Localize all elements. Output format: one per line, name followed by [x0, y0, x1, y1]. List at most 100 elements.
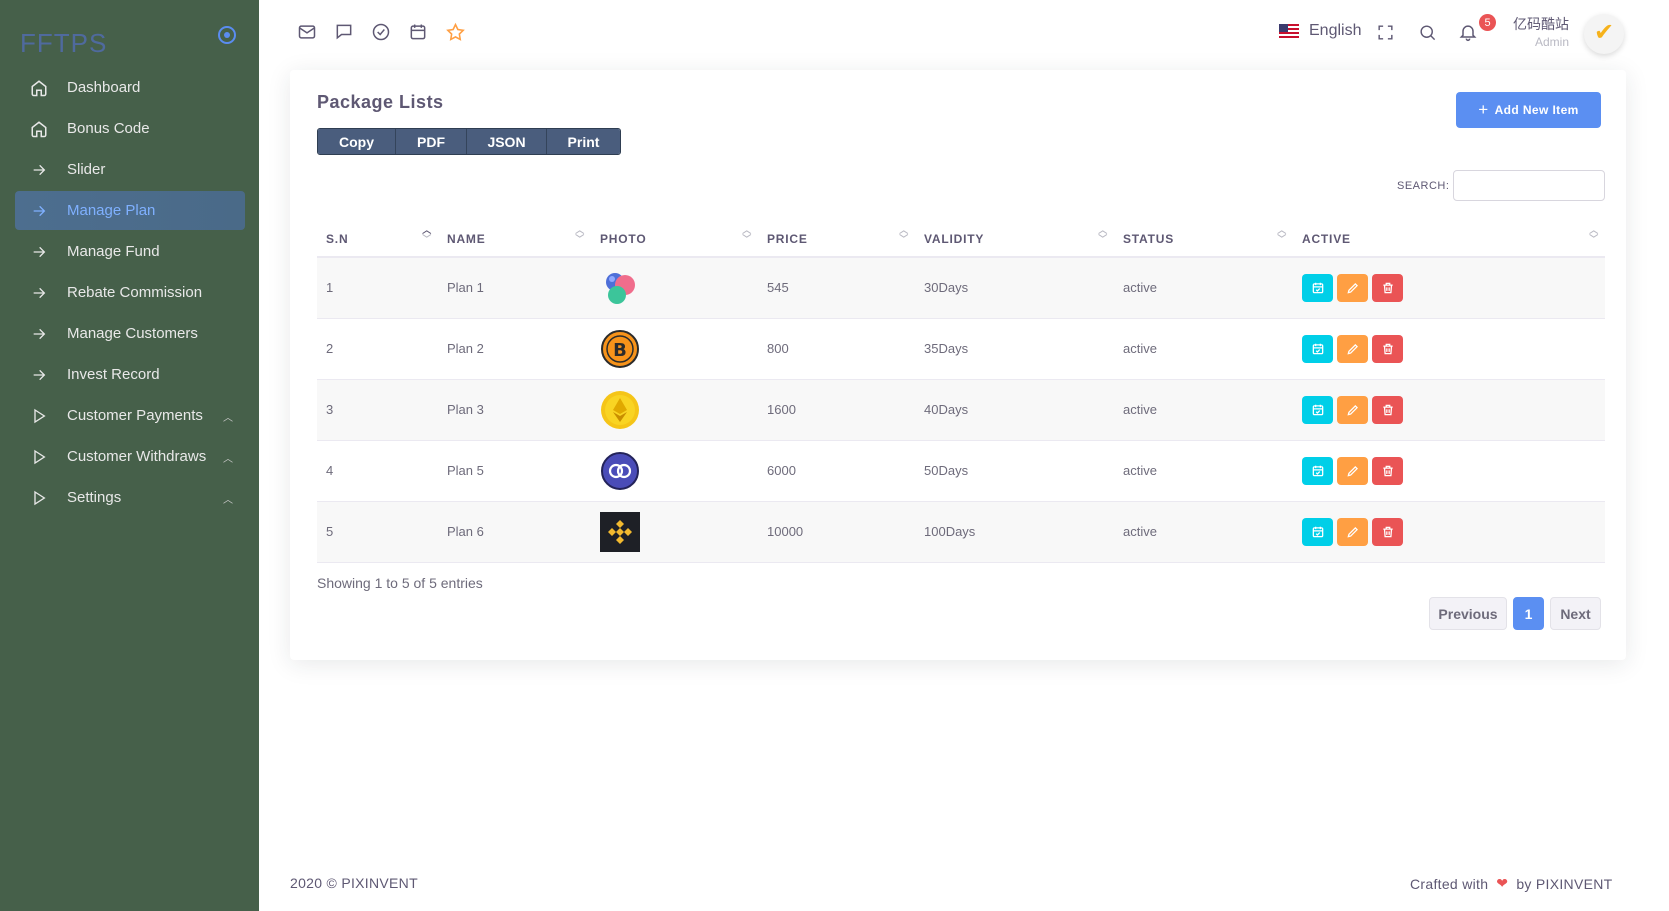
copy-button[interactable]: Copy [318, 129, 396, 154]
sidebar-toggle-icon[interactable] [218, 26, 236, 44]
column-header-photo[interactable]: PHOTO ︿ ﹀ [591, 221, 758, 258]
polygon-icon [600, 451, 640, 491]
cell-name: Plan 6 [438, 501, 591, 563]
brand-logo[interactable]: FFTPS [20, 28, 107, 59]
gems-icon [600, 268, 640, 308]
sidebar-nav: Dashboard Bonus Code Slider Manage Plan … [15, 68, 245, 519]
search-label: SEARCH: [1397, 180, 1450, 192]
user-name[interactable]: 亿码酷站 [1497, 14, 1569, 34]
edit-button[interactable] [1337, 517, 1368, 546]
fullscreen-icon[interactable] [1374, 21, 1396, 43]
sidebar-item-manage-customers[interactable]: Manage Customers [15, 314, 245, 353]
view-button[interactable] [1302, 456, 1333, 485]
bell-icon[interactable] [1457, 21, 1479, 43]
edit-button[interactable] [1337, 456, 1368, 485]
row-actions [1302, 273, 1605, 302]
previous-page-button[interactable]: Previous [1429, 597, 1507, 630]
view-button[interactable] [1302, 334, 1333, 363]
column-header-active[interactable]: ACTIVE ︿ ﹀ [1293, 221, 1605, 258]
star-icon[interactable] [444, 21, 466, 43]
sidebar-item-label: Rebate Commission [67, 284, 203, 301]
next-page-button[interactable]: Next [1550, 597, 1601, 630]
arrow-right-icon [29, 365, 49, 385]
home-icon [29, 78, 49, 98]
page-1-button[interactable]: 1 [1513, 597, 1544, 630]
print-button[interactable]: Print [547, 129, 620, 154]
delete-button[interactable] [1372, 456, 1403, 485]
cell-name: Plan 3 [438, 379, 591, 441]
language-label: English [1309, 22, 1362, 39]
delete-button[interactable] [1372, 395, 1403, 424]
sidebar-item-customer-payments[interactable]: Customer Payments ︿ [15, 396, 245, 435]
cell-validity: 100Days [915, 501, 1114, 563]
row-actions [1302, 334, 1605, 363]
cell-price: 10000 [758, 501, 915, 563]
chat-icon[interactable] [333, 21, 355, 43]
add-new-item-label: Add New Item [1494, 103, 1579, 117]
cell-status: active [1114, 257, 1293, 319]
top-navbar: English 5 亿码酷站 Admin [259, 0, 1669, 66]
column-header-sn[interactable]: S.N ︿ ﹀ [317, 221, 438, 258]
sidebar-item-dashboard[interactable]: Dashboard [15, 68, 245, 107]
sort-icon: ︿ ﹀ [422, 225, 432, 244]
table-row: 4 Plan 5 6000 50Days active [317, 440, 1605, 502]
column-header-name[interactable]: NAME ︿ ﹀ [438, 221, 591, 258]
plus-icon: + [1478, 100, 1489, 119]
sidebar-item-label: Bonus Code [67, 120, 150, 137]
row-actions [1302, 517, 1605, 546]
delete-button[interactable] [1372, 273, 1403, 302]
sort-icon: ︿ ﹀ [575, 225, 585, 244]
cell-price: 6000 [758, 440, 915, 502]
sidebar-item-label: Customer Payments [67, 407, 203, 424]
delete-button[interactable] [1372, 517, 1403, 546]
table-row: 5 Plan 6 10000 100Days active [317, 501, 1605, 563]
chevron-up-icon: ︿ [223, 495, 233, 506]
view-button[interactable] [1302, 395, 1333, 424]
page-title: Package Lists [317, 92, 444, 112]
sort-icon: ︿ ﹀ [1098, 225, 1108, 244]
package-list-card: Package Lists + Add New Item Copy PDF JS… [290, 70, 1626, 660]
view-button[interactable] [1302, 273, 1333, 302]
edit-button[interactable] [1337, 334, 1368, 363]
column-header-price[interactable]: PRICE ︿ ﹀ [758, 221, 915, 258]
check-circle-icon[interactable] [370, 21, 392, 43]
pdf-button[interactable]: PDF [396, 129, 467, 154]
sidebar-item-customer-withdraws[interactable]: Customer Withdraws ︿ [15, 437, 245, 476]
sidebar-item-settings[interactable]: Settings ︿ [15, 478, 245, 517]
column-header-validity[interactable]: VALIDITY ︿ ﹀ [915, 221, 1114, 258]
sort-icon: ︿ ﹀ [899, 225, 909, 244]
edit-button[interactable] [1337, 273, 1368, 302]
sidebar-item-manage-fund[interactable]: Manage Fund [15, 232, 245, 271]
arrow-right-icon [29, 242, 49, 262]
sidebar-item-manage-plan[interactable]: Manage Plan [15, 191, 245, 230]
column-header-status[interactable]: STATUS ︿ ﹀ [1114, 221, 1293, 258]
play-icon [29, 447, 49, 467]
sidebar-item-label: Dashboard [67, 79, 141, 96]
cell-status: active [1114, 379, 1293, 441]
sidebar-item-label: Settings [67, 489, 122, 506]
table-row: 1 Plan 1 545 30Days active [317, 257, 1605, 319]
package-table: S.N ︿ ﹀ NAME ︿ ﹀ PHOTO ︿ ﹀ PRICE ︿ ﹀ VALIDITY ︿ ﹀ … [317, 221, 1605, 563]
sidebar-item-label: Manage Plan [67, 202, 156, 219]
language-selector[interactable]: English [1279, 22, 1361, 40]
cell-name: Plan 2 [438, 318, 591, 380]
sidebar-item-slider[interactable]: Slider [15, 150, 245, 189]
sidebar-item-rebate-commission[interactable]: Rebate Commission [15, 273, 245, 312]
edit-button[interactable] [1337, 395, 1368, 424]
sidebar-item-invest-record[interactable]: Invest Record [15, 355, 245, 394]
avatar[interactable] [1584, 14, 1624, 54]
mail-icon[interactable] [296, 21, 318, 43]
footer-crafted-suffix: by PIXINVENT [1516, 875, 1613, 892]
delete-button[interactable] [1372, 334, 1403, 363]
bitcoin-icon: B [600, 329, 640, 369]
sidebar-item-bonus-code[interactable]: Bonus Code [15, 109, 245, 148]
view-button[interactable] [1302, 517, 1333, 546]
cell-name: Plan 1 [438, 257, 591, 319]
search-icon[interactable] [1416, 21, 1438, 43]
cell-price: 800 [758, 318, 915, 380]
json-button[interactable]: JSON [467, 129, 547, 154]
calendar-icon[interactable] [407, 21, 429, 43]
binance-icon [600, 511, 640, 552]
search-input[interactable] [1453, 170, 1605, 201]
add-new-item-button[interactable]: + Add New Item [1456, 92, 1601, 128]
